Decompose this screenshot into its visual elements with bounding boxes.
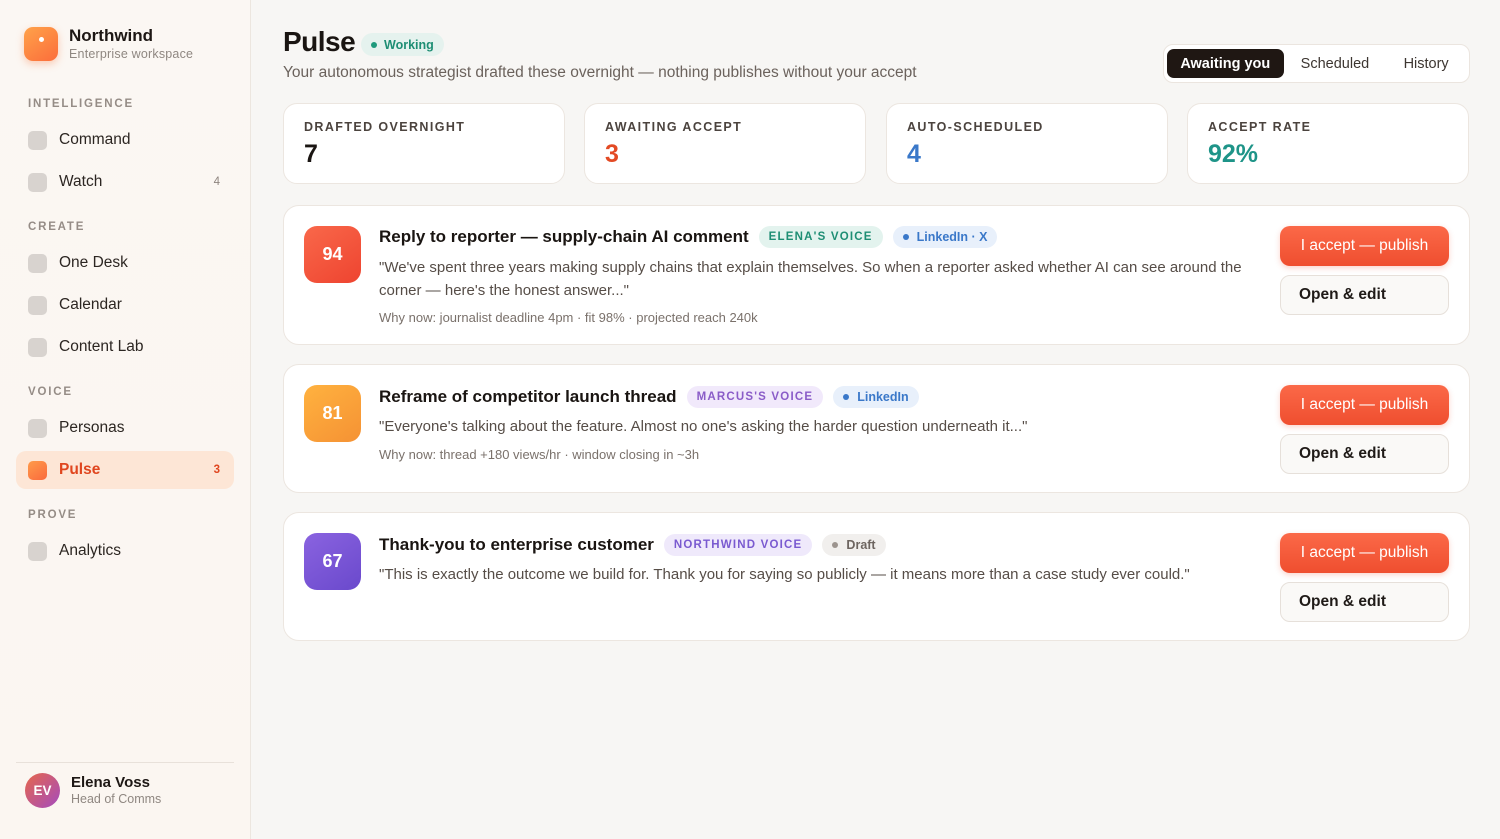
user-name: Elena Voss	[71, 774, 150, 791]
sidebar-item-one-desk[interactable]: One Desk	[16, 244, 234, 282]
user-profile[interactable]: EV Elena Voss Head of Comms	[25, 773, 161, 808]
nav-square-icon	[28, 172, 47, 192]
channel-dot-icon	[832, 542, 839, 548]
why-now: Why now: journalist deadline 4pm · fit 9…	[379, 310, 758, 325]
accept-publish-button[interactable]: I accept — publish	[1280, 385, 1449, 425]
tab-awaiting-you[interactable]: Awaiting you	[1167, 49, 1284, 78]
channel-tag: Draft	[822, 534, 886, 556]
channel-dot-icon	[902, 234, 909, 240]
brand-subtitle: Enterprise workspace	[69, 47, 194, 61]
nav-section-prove: PROVE	[28, 509, 78, 521]
sidebar-item-label: Content Lab	[59, 338, 144, 355]
user-role: Head of Comms	[71, 792, 162, 806]
card-title: Reply to reporter — supply-chain AI comm…	[379, 227, 749, 246]
stat-card-accept-rate: ACCEPT RATE 92%	[1187, 103, 1469, 184]
sidebar-item-label: Watch	[59, 173, 103, 190]
score-badge: 67	[304, 533, 361, 590]
score-badge: 94	[304, 226, 361, 283]
sidebar: Northwind Enterprise workspace INTELLIGE…	[0, 0, 251, 839]
brand[interactable]: Northwind Enterprise workspace	[24, 26, 193, 62]
why-now: Why now: thread +180 views/hr · window c…	[379, 447, 700, 462]
card-header: Reply to reporter — supply-chain AI comm…	[379, 226, 998, 248]
nav-section-voice: VOICE	[28, 386, 73, 398]
card-title: Thank-you to enterprise customer	[379, 535, 654, 554]
stat-card-auto-scheduled: AUTO-SCHEDULED 4	[886, 103, 1168, 184]
tab-history[interactable]: History	[1386, 49, 1466, 78]
draft-quote: "Everyone's talking about the feature. A…	[379, 418, 1028, 435]
nav-square-icon	[28, 295, 47, 315]
card-header: Reframe of competitor launch thread MARC…	[379, 386, 919, 408]
stat-label: AWAITING ACCEPT	[605, 120, 743, 134]
accept-publish-button[interactable]: I accept — publish	[1280, 226, 1449, 266]
nav-square-icon	[28, 541, 47, 561]
stat-value: 3	[605, 140, 619, 168]
nav-square-icon	[28, 130, 47, 150]
open-edit-button[interactable]: Open & edit	[1280, 275, 1449, 315]
sidebar-item-calendar[interactable]: Calendar	[16, 286, 234, 324]
stat-card-drafted: DRAFTED OVERNIGHT 7	[283, 103, 565, 184]
voice-tag: ELENA'S VOICE	[758, 226, 883, 248]
draft-quote: "We've spent three years making supply c…	[379, 259, 1242, 299]
voice-tag: NORTHWIND VOICE	[663, 534, 813, 556]
sidebar-item-label: One Desk	[59, 254, 128, 271]
sidebar-item-count: 3	[213, 464, 220, 476]
sidebar-item-command[interactable]: Command	[16, 121, 234, 159]
accept-publish-button[interactable]: I accept — publish	[1280, 533, 1449, 573]
sidebar-item-label: Analytics	[59, 542, 122, 559]
app-logo-icon	[24, 27, 58, 61]
voice-tag: MARCUS'S VOICE	[686, 386, 824, 408]
nav-section-create: CREATE	[28, 221, 86, 233]
card-title: Reframe of competitor launch thread	[379, 387, 677, 406]
status-badge: Working	[361, 33, 444, 56]
sidebar-item-label: Personas	[59, 419, 125, 436]
channel-label: LinkedIn · X	[916, 230, 988, 244]
channel-label: LinkedIn	[857, 390, 909, 404]
sidebar-item-label: Command	[59, 131, 131, 148]
nav-square-icon	[28, 337, 47, 357]
stat-value: 92%	[1208, 140, 1259, 168]
stat-value: 7	[304, 140, 318, 168]
page-subtitle: Your autonomous strategist drafted these…	[283, 64, 917, 81]
nav-square-icon	[28, 460, 47, 480]
sidebar-item-label: Pulse	[59, 461, 101, 478]
page-title: Pulse	[283, 26, 356, 57]
stat-label: DRAFTED OVERNIGHT	[304, 120, 466, 134]
nav-square-icon	[28, 418, 47, 438]
draft-quote: "This is exactly the outcome we build fo…	[379, 566, 1190, 583]
avatar: EV	[25, 773, 60, 808]
open-edit-button[interactable]: Open & edit	[1280, 434, 1449, 474]
brand-text: Northwind Enterprise workspace	[69, 26, 193, 62]
nav-section-intelligence: INTELLIGENCE	[28, 98, 134, 110]
channel-tag: LinkedIn · X	[892, 226, 998, 248]
status-dot-icon	[371, 41, 377, 48]
channel-dot-icon	[843, 394, 850, 400]
sidebar-item-count: 4	[213, 176, 220, 188]
sidebar-item-watch[interactable]: Watch 4	[16, 163, 234, 201]
sidebar-item-label: Calendar	[59, 296, 122, 313]
draft-card[interactable]: 94 Reply to reporter — supply-chain AI c…	[283, 205, 1470, 345]
channel-tag: LinkedIn	[833, 386, 919, 408]
sidebar-item-personas[interactable]: Personas	[16, 409, 234, 447]
stat-label: AUTO-SCHEDULED	[907, 120, 1044, 134]
stat-value: 4	[907, 140, 921, 168]
status-label: Working	[384, 37, 434, 52]
draft-card[interactable]: 81 Reframe of competitor launch thread M…	[283, 364, 1470, 493]
user-text: Elena Voss Head of Comms	[71, 774, 161, 807]
open-edit-button[interactable]: Open & edit	[1280, 582, 1449, 622]
brand-name: Northwind	[69, 26, 154, 45]
stat-card-awaiting: AWAITING ACCEPT 3	[584, 103, 866, 184]
stat-label: ACCEPT RATE	[1208, 120, 1312, 134]
nav-square-icon	[28, 253, 47, 273]
score-badge: 81	[304, 385, 361, 442]
card-header: Thank-you to enterprise customer NORTHWI…	[379, 534, 886, 556]
draft-card[interactable]: 67 Thank-you to enterprise customer NORT…	[283, 512, 1470, 641]
view-tabs: Awaiting you Scheduled History	[1163, 44, 1470, 83]
sidebar-item-content-lab[interactable]: Content Lab	[16, 328, 234, 366]
tab-scheduled[interactable]: Scheduled	[1284, 49, 1387, 78]
sidebar-item-pulse[interactable]: Pulse 3	[16, 451, 234, 489]
sidebar-item-analytics[interactable]: Analytics	[16, 532, 234, 570]
sidebar-divider	[16, 762, 234, 763]
channel-label: Draft	[846, 538, 876, 552]
